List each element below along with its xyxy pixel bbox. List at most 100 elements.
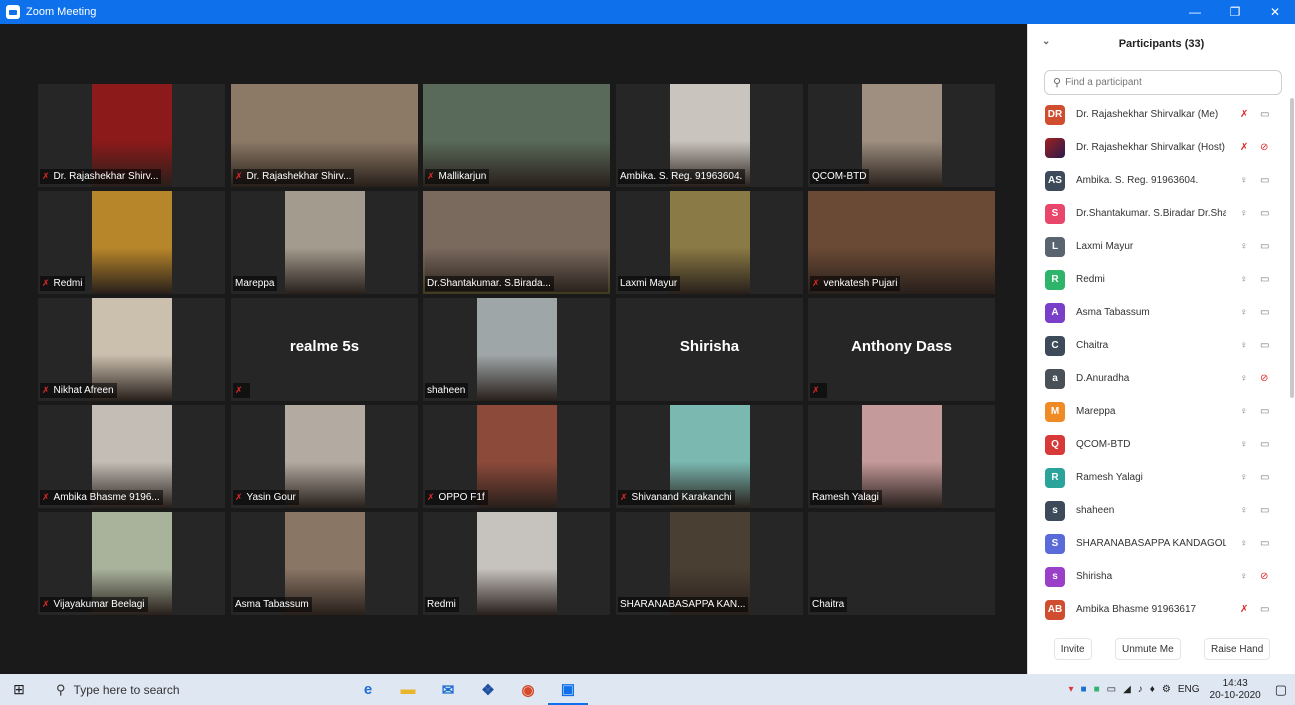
video-tile[interactable]: ✗ Vijayakumar Beelagi <box>38 512 225 615</box>
camera-icon[interactable]: ▭ <box>1260 109 1269 120</box>
mic-icon[interactable]: ♀ <box>1240 274 1248 285</box>
camera-icon[interactable]: ▭ <box>1260 406 1269 417</box>
camera-icon[interactable]: ▭ <box>1260 604 1269 615</box>
video-tile[interactable]: shaheen <box>423 298 610 401</box>
video-tile[interactable]: Asma Tabassum <box>231 512 418 615</box>
network-icon[interactable]: ◢ <box>1123 684 1131 695</box>
camera-icon[interactable]: ▭ <box>1260 505 1269 516</box>
video-tile[interactable]: ✗ venkatesh Pujari <box>808 191 995 294</box>
participant-row[interactable]: S Dr.Shantakumar. S.Biradar Dr.Sha... ♀ ▭ <box>1028 197 1295 230</box>
mic-icon[interactable]: ♀ <box>1240 439 1248 450</box>
participant-row[interactable]: AS Ambika. S. Reg. 91963604. ♀ ▭ <box>1028 164 1295 197</box>
video-tile[interactable]: Ambika. S. Reg. 91963604. <box>616 84 803 187</box>
mic-icon[interactable]: ♀ <box>1240 406 1248 417</box>
chevron-down-icon[interactable]: ⌄ <box>1042 36 1050 47</box>
video-tile[interactable]: ✗ Redmi <box>38 191 225 294</box>
raise-hand-button[interactable]: Raise Hand <box>1204 638 1271 660</box>
mic-icon[interactable]: ♀ <box>1240 340 1248 351</box>
participant-row[interactable]: s Shirisha ♀ ⊘ <box>1028 560 1295 593</box>
camera-icon[interactable]: ▭ <box>1260 175 1269 186</box>
participant-row[interactable]: C Chaitra ♀ ▭ <box>1028 329 1295 362</box>
video-tile[interactable]: Laxmi Mayur <box>616 191 803 294</box>
participant-row[interactable]: L Laxmi Mayur ♀ ▭ <box>1028 230 1295 263</box>
camera-icon[interactable]: ▭ <box>1260 208 1269 219</box>
participant-row[interactable]: R Ramesh Yalagi ♀ ▭ <box>1028 461 1295 494</box>
mic-icon[interactable]: ♀ <box>1240 208 1248 219</box>
camera-icon[interactable]: ▭ <box>1260 538 1269 549</box>
camera-icon[interactable]: ▭ <box>1260 241 1269 252</box>
participant-row[interactable]: DR Dr. Rajashekhar Shirvalkar (Me) ✗ ▭ <box>1028 98 1295 131</box>
taskbar-search-box[interactable]: ⚲ Type here to search <box>38 674 318 705</box>
camera-icon[interactable]: ▭ <box>1260 274 1269 285</box>
video-tile[interactable]: Shirisha <box>616 298 803 401</box>
file-explorer-icon[interactable]: ▬ <box>388 674 428 705</box>
mic-muted-icon[interactable]: ✗ <box>1240 109 1248 120</box>
participant-row[interactable]: Q QCOM-BTD ♀ ▭ <box>1028 428 1295 461</box>
mic-icon[interactable]: ♀ <box>1240 472 1248 483</box>
camera-off-icon[interactable]: ⊘ <box>1260 373 1268 384</box>
mic-icon[interactable]: ♀ <box>1240 571 1248 582</box>
mail-icon[interactable]: ✉ <box>428 674 468 705</box>
security-icon[interactable]: ⚙ <box>1162 684 1171 695</box>
maximize-button[interactable]: ❐ <box>1215 0 1255 24</box>
video-tile[interactable]: ✗ Dr. Rajashekhar Shirv... <box>38 84 225 187</box>
participant-row[interactable]: R Redmi ♀ ▭ <box>1028 263 1295 296</box>
camera-icon[interactable]: ▭ <box>1260 472 1269 483</box>
taskbar-clock[interactable]: 14:43 20-10-2020 <box>1210 678 1261 702</box>
mic-icon[interactable]: ♀ <box>1240 373 1248 384</box>
video-tile[interactable]: Anthony Dass ✗ <box>808 298 995 401</box>
video-tile[interactable]: Chaitra <box>808 512 995 615</box>
microphone-icon[interactable]: ♦ <box>1150 684 1155 695</box>
participant-row[interactable]: Dr. Rajashekhar Shirvalkar (Host) ✗ ⊘ <box>1028 131 1295 164</box>
video-tile[interactable]: ✗ OPPO F1f <box>423 405 610 508</box>
edge-icon[interactable]: e <box>348 674 388 705</box>
notifications-icon[interactable]: ▢ <box>1275 682 1287 698</box>
camera-off-icon[interactable]: ⊘ <box>1260 142 1268 153</box>
video-tile[interactable]: realme 5s ✗ <box>231 298 418 401</box>
close-button[interactable]: ✕ <box>1255 0 1295 24</box>
participants-scrollbar[interactable] <box>1290 98 1294 398</box>
participant-row[interactable]: A Asma Tabassum ♀ ▭ <box>1028 296 1295 329</box>
participant-row[interactable]: s shaheen ♀ ▭ <box>1028 494 1295 527</box>
camera-off-icon[interactable]: ⊘ <box>1260 571 1268 582</box>
mic-muted-icon[interactable]: ✗ <box>1240 604 1248 615</box>
zoom-taskbar-icon[interactable]: ▣ <box>548 674 588 705</box>
video-tile[interactable]: ✗ Ambika Bhasme 9196... <box>38 405 225 508</box>
language-indicator[interactable]: ENG <box>1178 684 1200 695</box>
volume-icon[interactable]: ♪ <box>1138 684 1143 695</box>
mic-icon[interactable]: ♀ <box>1240 307 1248 318</box>
camera-icon[interactable]: ▭ <box>1260 340 1269 351</box>
video-tile[interactable]: Dr.Shantakumar. S.Birada... <box>423 191 610 294</box>
mic-icon[interactable]: ♀ <box>1240 175 1248 186</box>
camera-icon[interactable]: ▭ <box>1260 439 1269 450</box>
video-tile[interactable]: Ramesh Yalagi <box>808 405 995 508</box>
invite-button[interactable]: Invite <box>1053 638 1092 660</box>
unmute-me-button[interactable]: Unmute Me <box>1114 638 1181 660</box>
dropbox-icon[interactable]: ❖ <box>468 674 508 705</box>
video-tile[interactable]: QCOM-BTD <box>808 84 995 187</box>
tray-app-icon[interactable]: ■ <box>1081 684 1087 695</box>
video-tile[interactable]: ✗ Shivanand Karakanchi <box>616 405 803 508</box>
participant-row[interactable]: a D.Anuradha ♀ ⊘ <box>1028 362 1295 395</box>
mic-icon[interactable]: ♀ <box>1240 505 1248 516</box>
video-tile[interactable]: Mareppa <box>231 191 418 294</box>
video-tile[interactable]: SHARANABASAPPA KAN... <box>616 512 803 615</box>
video-tile[interactable]: ✗ Dr. Rajashekhar Shirv... <box>231 84 418 187</box>
participant-row[interactable]: S SHARANABASAPPA KANDAGOL ♀ ▭ <box>1028 527 1295 560</box>
video-tile[interactable]: Redmi <box>423 512 610 615</box>
video-tile[interactable]: ✗ Yasin Gour <box>231 405 418 508</box>
minimize-button[interactable]: — <box>1175 0 1215 24</box>
video-tile[interactable]: ✗ Mallikarjun <box>423 84 610 187</box>
participant-row[interactable]: M Mareppa ♀ ▭ <box>1028 395 1295 428</box>
mic-muted-icon[interactable]: ✗ <box>1240 142 1248 153</box>
mic-icon[interactable]: ♀ <box>1240 241 1248 252</box>
tray-app-icon-2[interactable]: ■ <box>1094 684 1100 695</box>
battery-icon[interactable]: ▭ <box>1107 684 1116 695</box>
video-tile[interactable]: ✗ Nikhat Afreen <box>38 298 225 401</box>
participant-row[interactable]: AB Ambika Bhasme 91963617 ✗ ▭ <box>1028 593 1295 626</box>
mic-icon[interactable]: ♀ <box>1240 538 1248 549</box>
tray-chevron-icon[interactable]: ▾ <box>1069 684 1074 695</box>
camera-icon[interactable]: ▭ <box>1260 307 1269 318</box>
chrome-icon[interactable]: ◉ <box>508 674 548 705</box>
windows-start-button[interactable]: ⊞ <box>0 674 38 705</box>
